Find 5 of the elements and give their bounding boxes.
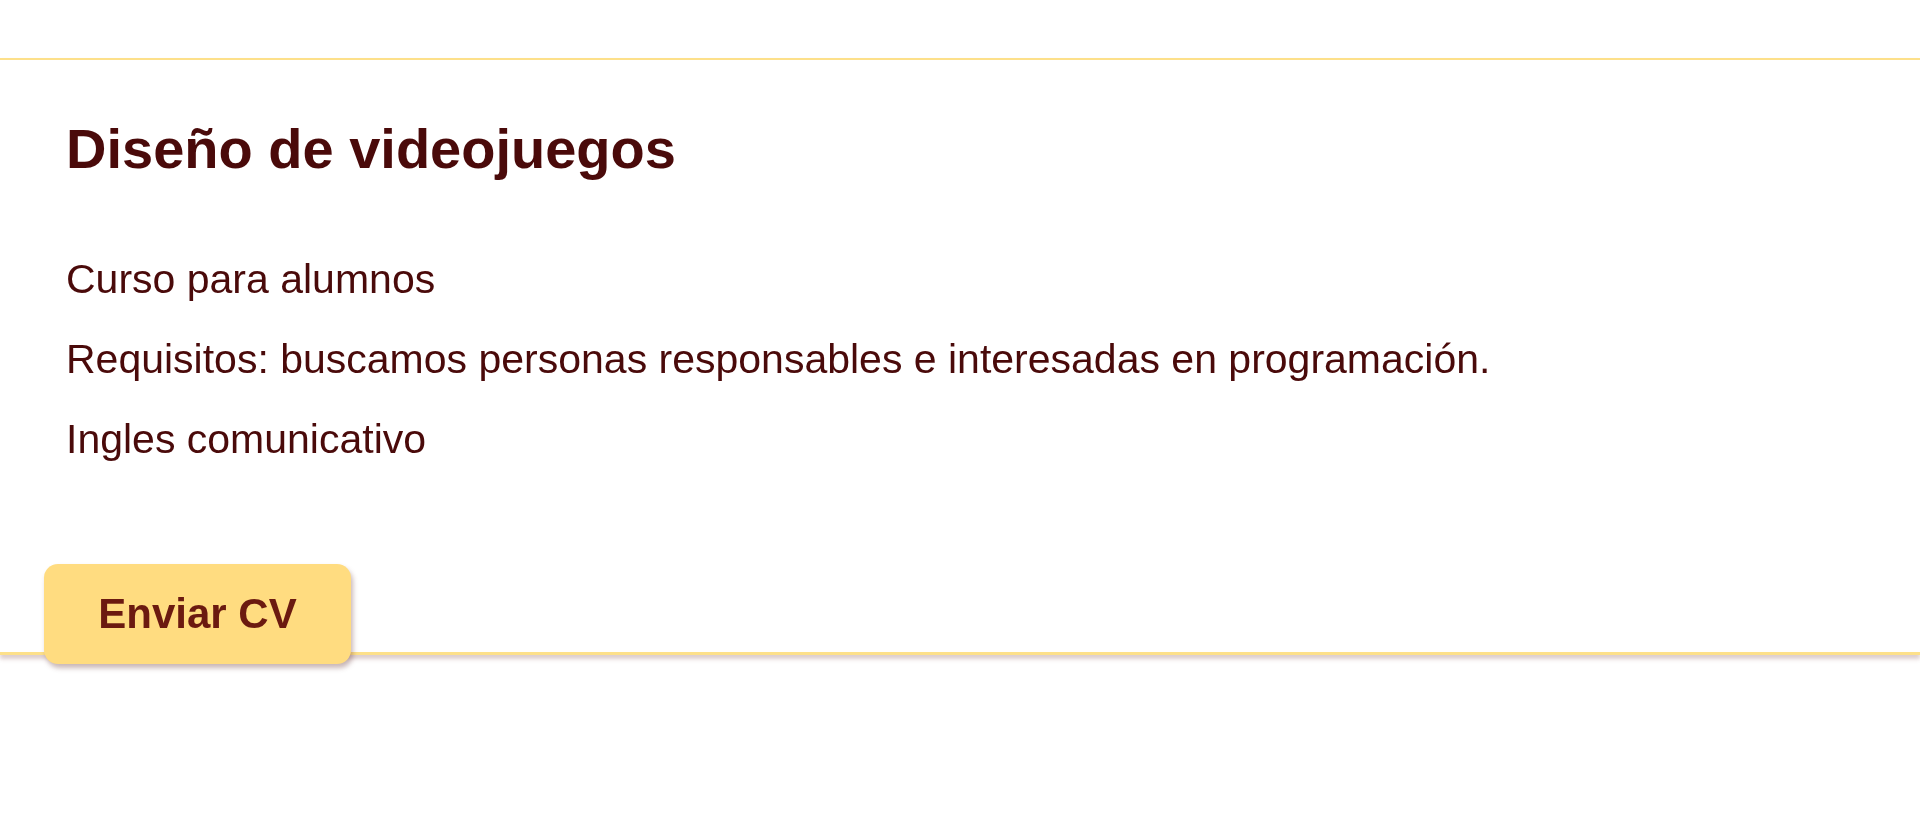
send-cv-button[interactable]: Enviar CV: [44, 563, 351, 664]
description-line: Ingles comunicativo: [66, 414, 427, 464]
description-line: Curso para alumnos: [66, 254, 436, 304]
description-line: Requisitos: buscamos personas responsables e interesadas en programación.: [66, 334, 1491, 384]
job-title: Diseño de videojuegos: [66, 118, 676, 180]
